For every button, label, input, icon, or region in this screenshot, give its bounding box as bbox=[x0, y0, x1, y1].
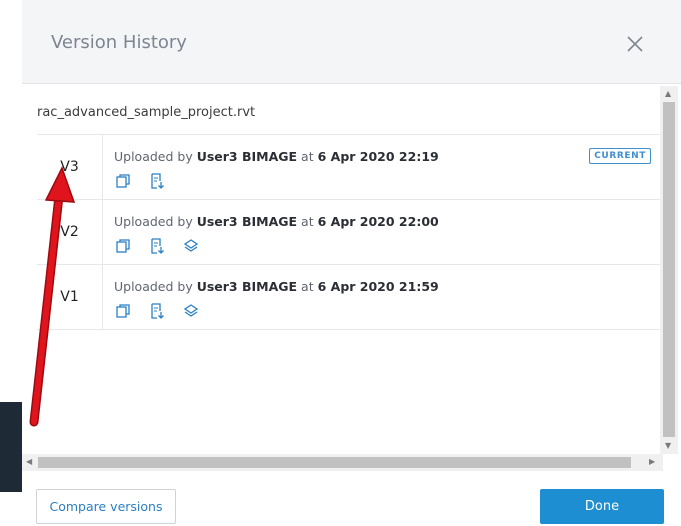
upload-user: User3 BIMAGE bbox=[196, 279, 298, 294]
upload-info: Uploaded by User3 BIMAGE at 6 Apr 2020 2… bbox=[114, 214, 439, 229]
upload-user: User3 BIMAGE bbox=[196, 149, 298, 164]
layers-icon[interactable] bbox=[183, 238, 199, 254]
upload-at: at bbox=[297, 149, 318, 164]
vertical-scrollbar[interactable]: ▲ ▼ bbox=[660, 86, 678, 454]
layers-icon[interactable] bbox=[183, 303, 199, 319]
upload-date: 6 Apr 2020 22:00 bbox=[317, 214, 439, 229]
upload-prefix: Uploaded by bbox=[114, 149, 197, 164]
version-row-v2: V2 Uploaded by User3 BIMAGE at 6 Apr 202… bbox=[37, 200, 660, 265]
scroll-up-arrow-icon[interactable]: ▲ bbox=[665, 89, 671, 98]
file-download-icon[interactable] bbox=[149, 238, 165, 254]
close-button[interactable] bbox=[624, 33, 646, 55]
dialog-header: Version History bbox=[22, 0, 681, 84]
horizontal-scroll-thumb[interactable] bbox=[38, 457, 631, 468]
version-row-v3: V3 Uploaded by User3 BIMAGE at 6 Apr 202… bbox=[37, 135, 660, 200]
version-row-v1: V1 Uploaded by User3 BIMAGE at 6 Apr 202… bbox=[37, 265, 660, 330]
version-actions bbox=[115, 238, 199, 254]
compare-versions-button[interactable]: Compare versions bbox=[36, 489, 176, 524]
background-app-panel bbox=[0, 402, 22, 492]
scroll-left-arrow-icon[interactable]: ◀ bbox=[26, 457, 32, 466]
file-name: rac_advanced_sample_project.rvt bbox=[37, 105, 256, 120]
version-actions bbox=[115, 173, 165, 189]
horizontal-scrollbar[interactable]: ◀ ▶ bbox=[22, 454, 663, 471]
upload-prefix: Uploaded by bbox=[114, 214, 197, 229]
dialog-title: Version History bbox=[51, 32, 187, 53]
copy-icon[interactable] bbox=[115, 238, 131, 254]
version-label: V1 bbox=[37, 265, 103, 329]
version-list: V3 Uploaded by User3 BIMAGE at 6 Apr 202… bbox=[37, 134, 660, 330]
copy-icon[interactable] bbox=[115, 173, 131, 189]
version-history-dialog: Version History rac_advanced_sample_proj… bbox=[22, 0, 681, 526]
file-download-icon[interactable] bbox=[149, 173, 165, 189]
upload-date: 6 Apr 2020 22:19 bbox=[317, 149, 439, 164]
version-label: V3 bbox=[37, 135, 103, 199]
upload-at: at bbox=[297, 279, 318, 294]
upload-prefix: Uploaded by bbox=[114, 279, 197, 294]
current-badge: CURRENT bbox=[589, 148, 651, 164]
upload-user: User3 BIMAGE bbox=[196, 214, 298, 229]
done-button[interactable]: Done bbox=[540, 489, 664, 524]
scroll-down-arrow-icon[interactable]: ▼ bbox=[665, 441, 671, 450]
close-icon bbox=[627, 36, 643, 52]
upload-date: 6 Apr 2020 21:59 bbox=[317, 279, 439, 294]
upload-at: at bbox=[297, 214, 318, 229]
vertical-scroll-thumb[interactable] bbox=[663, 102, 675, 437]
version-label: V2 bbox=[37, 200, 103, 264]
upload-info: Uploaded by User3 BIMAGE at 6 Apr 2020 2… bbox=[114, 279, 439, 294]
file-download-icon[interactable] bbox=[149, 303, 165, 319]
scroll-right-arrow-icon[interactable]: ▶ bbox=[649, 457, 655, 466]
version-actions bbox=[115, 303, 199, 319]
copy-icon[interactable] bbox=[115, 303, 131, 319]
upload-info: Uploaded by User3 BIMAGE at 6 Apr 2020 2… bbox=[114, 149, 439, 164]
